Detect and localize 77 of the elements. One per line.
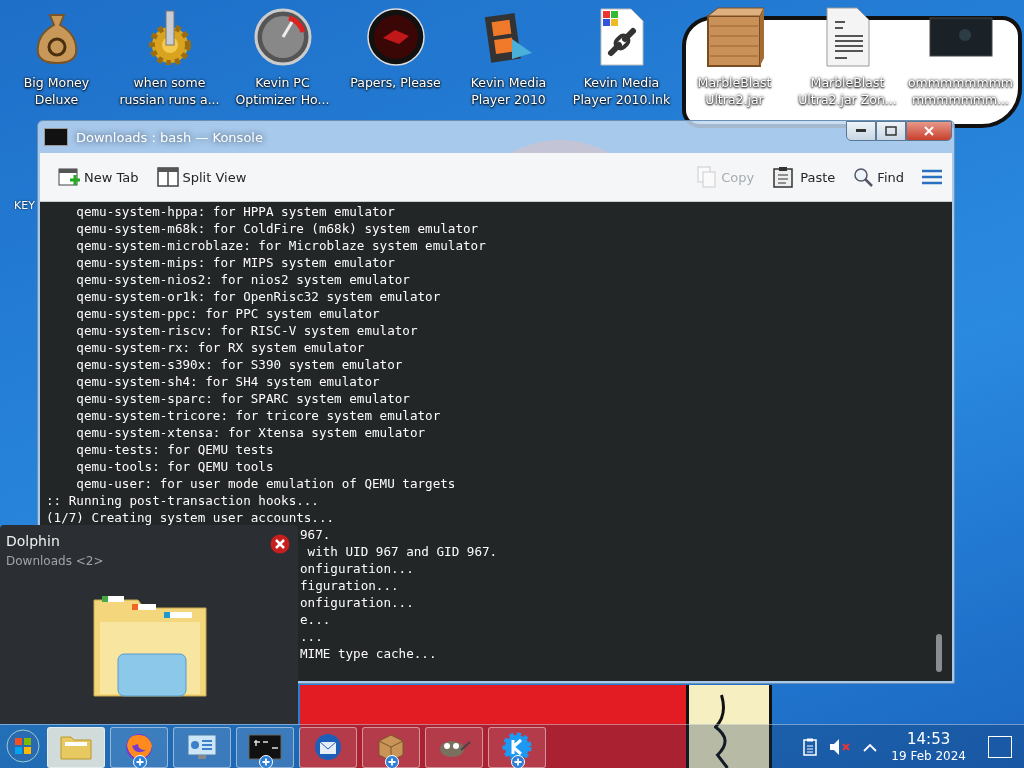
maximize-icon — [885, 126, 897, 136]
terminal-line: qemu-system-rx: for RX system emulator — [75, 339, 366, 356]
emblem-icon — [366, 8, 425, 66]
terminal-line: qemu-system-xtensa: for Xtensa system emulator — [75, 424, 427, 441]
terminal-line: qemu-tools: for QEMU tools — [75, 458, 275, 475]
taskbar-button[interactable] — [236, 726, 294, 768]
split-view-button[interactable]: Split View — [154, 163, 249, 191]
desktop-icon-label[interactable]: ommmmmmmm mmmmmmm... — [907, 74, 1014, 108]
window-title: Downloads : bash — Konsole — [76, 129, 263, 145]
paste-button[interactable]: Paste — [770, 162, 838, 192]
scrollbar-thumb[interactable] — [936, 634, 942, 672]
desktop-icon-label[interactable]: Big Money Deluxe — [23, 74, 90, 108]
terminal-line: 967. — [300, 526, 331, 543]
split-view-icon — [156, 167, 179, 187]
dark-thumbnail-icon — [928, 17, 993, 57]
desktop-icon-label[interactable]: KEY — [14, 199, 35, 212]
taskbar-button[interactable] — [47, 726, 105, 768]
taskbar-button[interactable] — [173, 726, 231, 768]
terminal-line: qemu-system-or1k: for OpenRisc32 system emulator — [75, 288, 442, 305]
terminal-line: onfiguration... — [300, 560, 414, 577]
gauge-icon — [253, 8, 312, 66]
terminal-line: qemu-user: for user mode emulation of QEMU targets — [75, 475, 457, 492]
terminal-line: figuration... — [300, 577, 399, 594]
fox-globe-icon — [124, 732, 154, 762]
terminal-line: qemu-tests: for QEMU tests — [75, 441, 275, 458]
terminal-line: :: Running post-transaction hooks... — [46, 492, 320, 509]
search-icon — [853, 167, 874, 187]
muted-speaker-icon[interactable] — [829, 738, 852, 756]
terminal-line: qemu-system-microblaze: for Microblaze system emulator — [75, 237, 487, 254]
terminal-line: qemu-system-m68k: for ColdFire (m68k) system emulator — [75, 220, 480, 237]
desktop-icon-label[interactable]: when some russian runs a... — [119, 74, 220, 108]
terminal-line: qemu-system-sparc: for SPARC system emulator — [75, 390, 411, 407]
menu-icon — [922, 169, 942, 185]
terminal-line: qemu-system-tricore: for tricore system emulator — [75, 407, 442, 424]
caret-up-icon[interactable] — [863, 742, 878, 752]
terminal-line: ... — [300, 628, 323, 645]
show-desktop-button[interactable] — [988, 736, 1012, 758]
desktop-icon-label[interactable]: MarbleBlast Ultra2.jar Zon... — [798, 74, 897, 108]
preview-title: Dolphin — [6, 533, 60, 549]
clock-date[interactable]: 19 Feb 2024 — [891, 748, 966, 764]
terminal-icon — [44, 128, 68, 146]
terminal-icon — [248, 734, 282, 760]
desktop-icon-label[interactable]: MarbleBlast Ultra2.jar — [697, 74, 772, 108]
terminal-line: (1/7) Creating system user accounts... — [46, 509, 336, 526]
copy-icon — [697, 166, 718, 188]
taskbar-button[interactable] — [425, 726, 483, 768]
terminal-line: qemu-system-riscv: for RISC-V system emulator — [75, 322, 419, 339]
terminal-line: with UID 967 and GID 967. — [306, 543, 498, 560]
terminal-line: qemu-system-hppa: for HPPA system emulator — [75, 203, 396, 220]
terminal-line: qemu-system-s390x: for S390 system emulator — [75, 356, 404, 373]
clipboard-icon[interactable] — [803, 738, 818, 756]
minimize-button[interactable] — [846, 121, 876, 141]
close-icon — [924, 126, 934, 136]
new-tab-icon — [58, 166, 80, 188]
terminal-line: qemu-system-sh4: for SH4 system emulator — [75, 373, 381, 390]
desktop-icon-label[interactable]: Kevin Media Player 2010.lnk — [572, 74, 671, 108]
clock-time[interactable]: 14:53 — [907, 730, 951, 748]
desktop-icon-label[interactable]: Kevin PC Optimizer Ho... — [235, 74, 330, 108]
preview-subtitle: Downloads <2> — [6, 554, 104, 568]
desktop-icon-label[interactable]: Kevin Media Player 2010 — [470, 74, 547, 108]
terminal-line: e... — [300, 611, 331, 628]
terminal-line: qemu-system-nios2: for nios2 system emulator — [75, 271, 411, 288]
new-tab-button[interactable]: New Tab — [56, 162, 141, 192]
terminal-line: onfiguration... — [300, 594, 414, 611]
close-icon[interactable] — [270, 534, 290, 554]
folder-icon — [59, 733, 93, 761]
bird-envelope-icon — [313, 732, 343, 762]
terminal-line: qemu-system-ppc: for PPC system emulator — [75, 305, 381, 322]
close-button[interactable] — [906, 121, 952, 141]
terminal-line: MIME type cache... — [300, 645, 437, 662]
taskbar-button[interactable] — [299, 726, 357, 768]
terminal-line: qemu-system-mips: for MIPS system emulator — [75, 254, 396, 271]
monitor-icon — [186, 733, 218, 761]
taskbar-button[interactable] — [488, 726, 546, 768]
find-button[interactable]: Find — [851, 163, 906, 191]
desktop-icon-label[interactable]: Papers, Please — [350, 74, 441, 91]
maximize-button[interactable] — [876, 121, 906, 141]
